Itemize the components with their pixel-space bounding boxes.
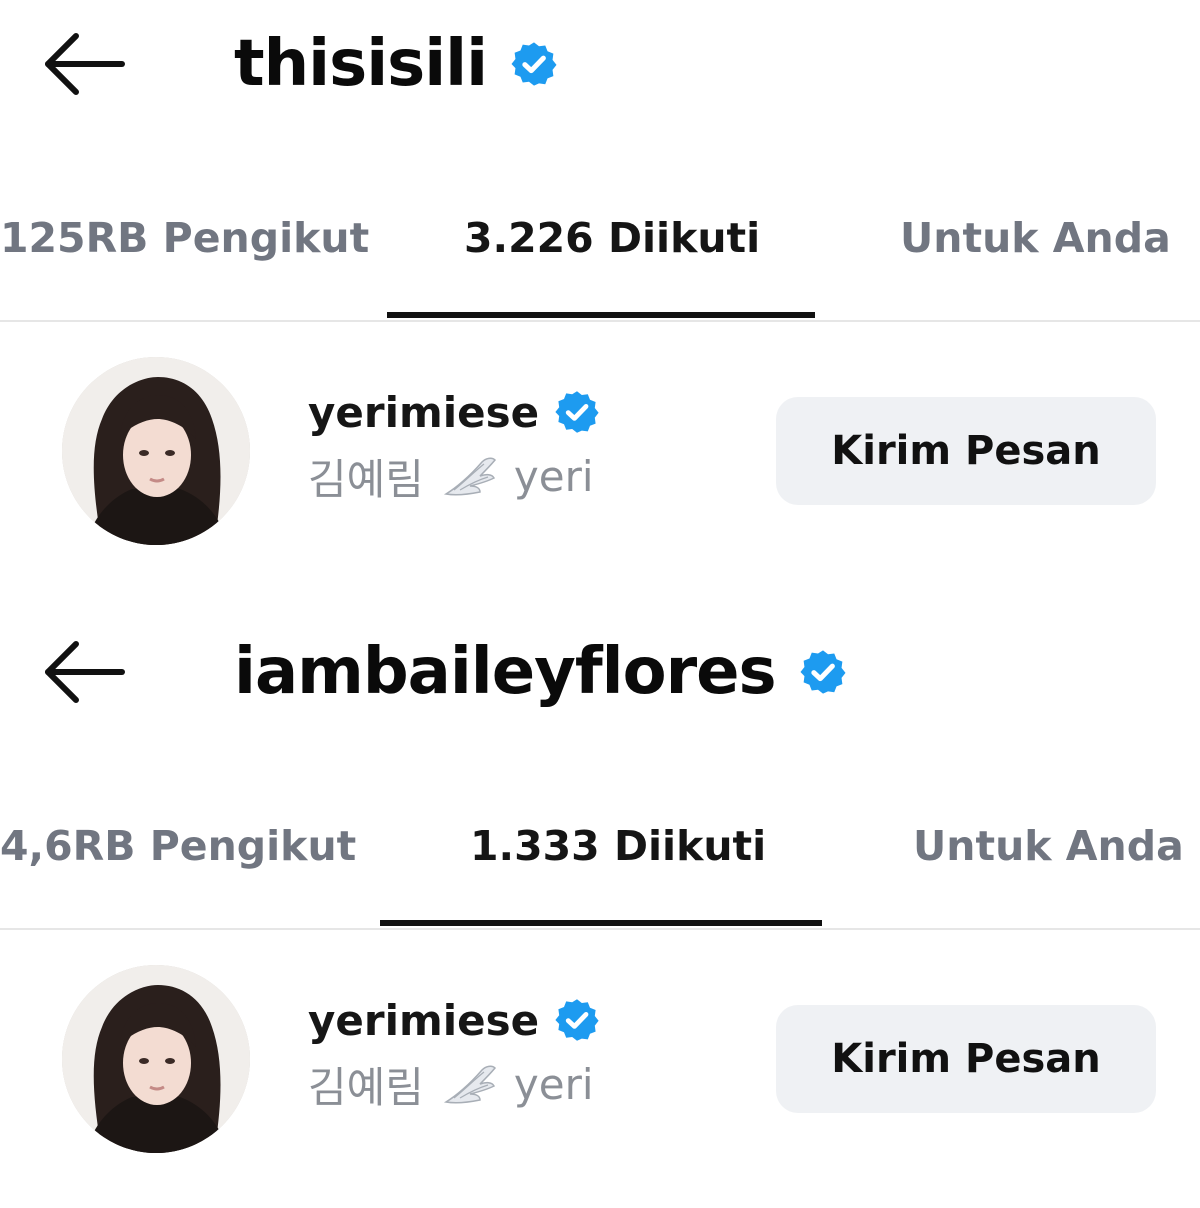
active-tab-indicator: [380, 920, 822, 926]
avatar[interactable]: [62, 357, 250, 545]
wing-icon: [443, 457, 496, 496]
profile-header: thisisili: [0, 0, 1200, 128]
verified-badge-icon: [555, 391, 599, 433]
send-message-button[interactable]: Kirim Pesan: [776, 1005, 1156, 1113]
tab-following[interactable]: 3.226 Diikuti: [464, 190, 760, 286]
username[interactable]: yerimiese: [308, 388, 539, 437]
tab-followers[interactable]: 4,6RB Pengikut: [0, 798, 356, 894]
profile-header: iambaileyflores: [0, 608, 1200, 736]
username[interactable]: yerimiese: [308, 996, 539, 1045]
verified-badge-icon: [800, 650, 846, 694]
display-name: 김예림 yeri: [308, 444, 748, 508]
profile-panel-iambaileyflores: iambaileyflores 4,6RB Pengikut 1.333 Dii…: [0, 608, 1200, 1208]
page-title: thisisili: [234, 27, 488, 101]
wing-icon: [443, 1065, 496, 1104]
back-arrow-icon: [45, 33, 125, 95]
list-item-user[interactable]: yerimiese 김예림 yeri Kirim Pesan: [0, 350, 1200, 550]
back-button[interactable]: [40, 636, 130, 708]
list-item-user[interactable]: yerimiese 김예림 yeri Kirim Pesan: [0, 958, 1200, 1158]
follow-tabs: 4,6RB Pengikut 1.333 Diikuti Untuk Anda: [0, 798, 1200, 930]
page-title: iambaileyflores: [234, 635, 777, 709]
tab-for-you[interactable]: Untuk Anda: [913, 798, 1184, 894]
active-tab-indicator: [387, 312, 815, 318]
back-arrow-icon: [45, 641, 125, 703]
display-name: 김예림 yeri: [308, 1052, 748, 1116]
tab-following[interactable]: 1.333 Diikuti: [470, 798, 766, 894]
verified-badge-icon: [555, 999, 599, 1041]
verified-badge-icon: [511, 42, 557, 86]
avatar-image: [62, 357, 250, 545]
display-name-latin: yeri: [513, 1059, 594, 1109]
display-name-korean: 김예림: [308, 454, 424, 504]
user-info: yerimiese 김예림 yeri: [308, 988, 748, 1116]
display-name-korean: 김예림: [308, 1062, 424, 1112]
user-info: yerimiese 김예림 yeri: [308, 380, 748, 508]
profile-panel-thisisili: thisisili 125RB Pengikut 3.226 Diikuti U…: [0, 0, 1200, 600]
avatar-image: [62, 965, 250, 1153]
tab-for-you[interactable]: Untuk Anda: [900, 190, 1171, 286]
tab-followers[interactable]: 125RB Pengikut: [0, 190, 369, 286]
avatar[interactable]: [62, 965, 250, 1153]
page-title-wrap: iambaileyflores: [234, 630, 848, 714]
send-message-button[interactable]: Kirim Pesan: [776, 397, 1156, 505]
follow-tabs: 125RB Pengikut 3.226 Diikuti Untuk Anda: [0, 190, 1200, 322]
page-title-wrap: thisisili: [234, 22, 559, 106]
display-name-latin: yeri: [513, 451, 594, 501]
back-button[interactable]: [40, 28, 130, 100]
